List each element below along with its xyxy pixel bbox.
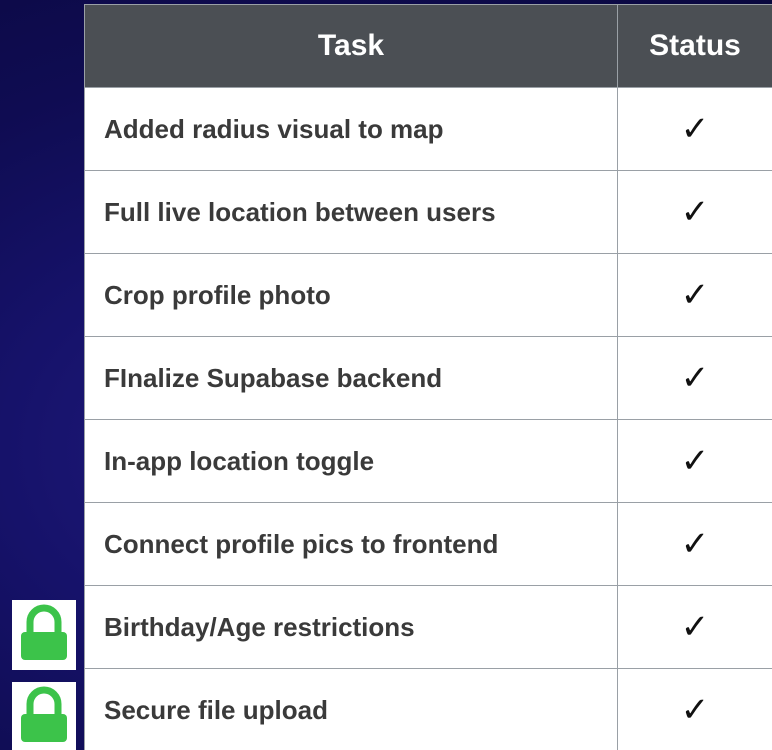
task-cell: In-app location toggle: [84, 419, 618, 503]
lock-icon: [12, 682, 76, 750]
task-column-header: Task: [84, 4, 618, 88]
status-check-mark: ✓: [617, 668, 772, 750]
status-column-header: Status: [617, 4, 772, 88]
lock-icon: [12, 600, 76, 670]
table-row: Birthday/Age restrictions ✓: [84, 585, 772, 669]
status-check-mark: ✓: [617, 170, 772, 254]
task-cell: FInalize Supabase backend: [84, 336, 618, 420]
table-row: FInalize Supabase backend ✓: [84, 336, 772, 420]
table-row: Connect profile pics to frontend ✓: [84, 502, 772, 586]
status-check-mark: ✓: [617, 336, 772, 420]
table-row: In-app location toggle ✓: [84, 419, 772, 503]
table-row: Secure file upload ✓: [84, 668, 772, 750]
task-cell: Connect profile pics to frontend: [84, 502, 618, 586]
task-cell: Crop profile photo: [84, 253, 618, 337]
task-cell: Full live location between users: [84, 170, 618, 254]
task-status-table: Task Status Added radius visual to map ✓…: [84, 4, 772, 750]
task-cell: Birthday/Age restrictions: [84, 585, 618, 669]
status-check-mark: ✓: [617, 502, 772, 586]
table-row: Added radius visual to map ✓: [84, 87, 772, 171]
status-check-mark: ✓: [617, 585, 772, 669]
table-row: Full live location between users ✓: [84, 170, 772, 254]
task-cell: Secure file upload: [84, 668, 618, 750]
status-check-mark: ✓: [617, 87, 772, 171]
status-check-mark: ✓: [617, 253, 772, 337]
table-row: Crop profile photo ✓: [84, 253, 772, 337]
table-header-row: Task Status: [84, 4, 772, 88]
status-check-mark: ✓: [617, 419, 772, 503]
task-cell: Added radius visual to map: [84, 87, 618, 171]
